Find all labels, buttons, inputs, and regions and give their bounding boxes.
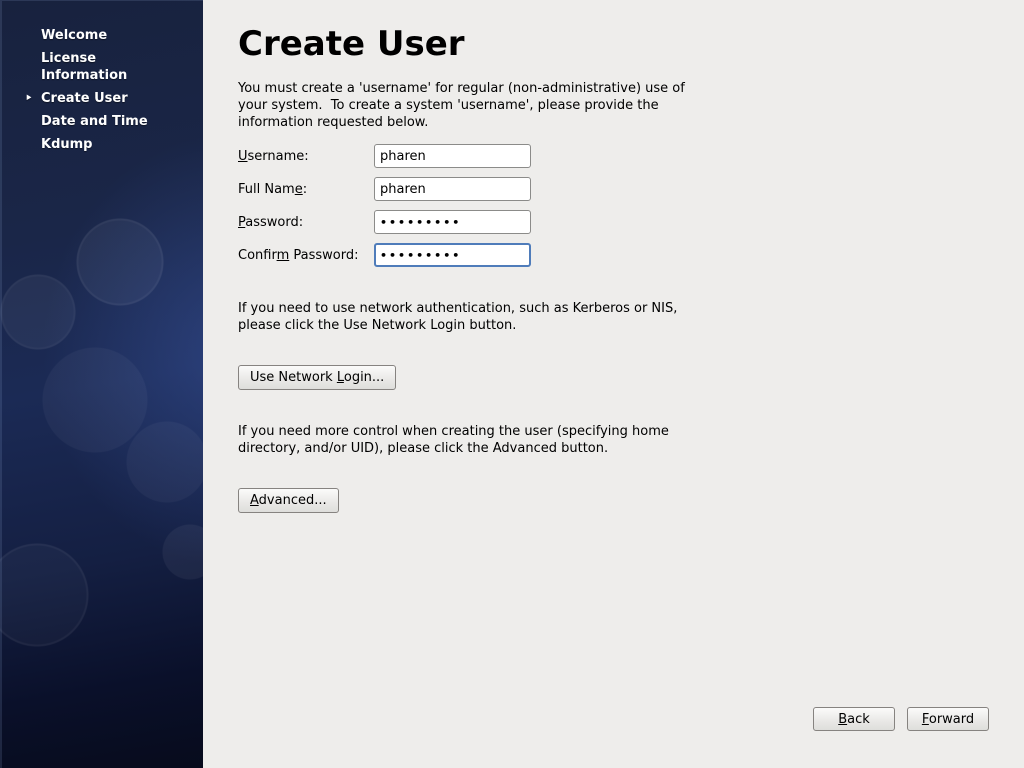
password-row: Password:: [238, 210, 1024, 234]
create-user-form: Username: Full Name: Password: Confirm P…: [238, 144, 1024, 267]
label-part: Full Nam: [238, 182, 295, 197]
current-step-arrow-icon: ‣: [25, 91, 33, 106]
label-part: sername:: [248, 149, 309, 164]
button-label-part: orward: [929, 712, 974, 727]
step-label: Create User: [41, 91, 128, 106]
full-name-input[interactable]: [374, 177, 531, 201]
label-part: Confir: [238, 248, 277, 263]
button-label-accel: A: [250, 493, 259, 508]
main-content: Create User You must create a 'username'…: [203, 0, 1024, 768]
button-label-accel: F: [922, 712, 929, 727]
full-name-label: Full Name:: [238, 182, 374, 197]
network-auth-text: If you need to use network authenticatio…: [238, 300, 700, 334]
use-network-login-button[interactable]: Use Network Login...: [238, 365, 396, 390]
confirm-password-input[interactable]: [374, 243, 531, 267]
step-create-user: ‣ Create User: [0, 90, 165, 107]
username-input[interactable]: [374, 144, 531, 168]
page-title: Create User: [238, 24, 1024, 64]
advanced-button[interactable]: Advanced...: [238, 488, 339, 513]
intro-text: You must create a 'username' for regular…: [238, 80, 700, 131]
password-input[interactable]: [374, 210, 531, 234]
button-label-part: Use Network: [250, 370, 337, 385]
wizard-step-list: Welcome License Information ‣ Create Use…: [0, 27, 203, 159]
back-button[interactable]: Back: [813, 707, 895, 731]
button-label-part: dvanced...: [259, 493, 327, 508]
forward-button[interactable]: Forward: [907, 707, 989, 731]
advanced-info-text: If you need more control when creating t…: [238, 423, 700, 457]
button-label-part: ogin...: [344, 370, 384, 385]
label-part: assword:: [245, 215, 303, 230]
label-part: :: [303, 182, 307, 197]
step-label: License Information: [41, 51, 127, 83]
confirm-password-row: Confirm Password:: [238, 243, 1024, 267]
confirm-password-label: Confirm Password:: [238, 248, 374, 263]
button-label-accel: L: [337, 370, 344, 385]
button-label-part: ack: [847, 712, 870, 727]
wizard-nav-bar: Back Forward: [813, 707, 989, 731]
step-kdump: Kdump: [0, 136, 165, 153]
wizard-step-sidebar: Welcome License Information ‣ Create Use…: [0, 0, 203, 768]
label-part: Password:: [289, 248, 358, 263]
username-label: Username:: [238, 149, 374, 164]
step-label: Kdump: [41, 137, 93, 152]
label-accel: U: [238, 149, 248, 164]
step-welcome: Welcome: [0, 27, 165, 44]
username-row: Username:: [238, 144, 1024, 168]
full-name-row: Full Name:: [238, 177, 1024, 201]
step-label: Welcome: [41, 28, 107, 43]
label-accel: e: [295, 182, 303, 197]
step-label: Date and Time: [41, 114, 148, 129]
step-license-information: License Information: [0, 50, 165, 84]
step-date-and-time: Date and Time: [0, 113, 165, 130]
button-label-accel: B: [838, 712, 847, 727]
password-label: Password:: [238, 215, 374, 230]
label-accel: m: [277, 248, 290, 263]
